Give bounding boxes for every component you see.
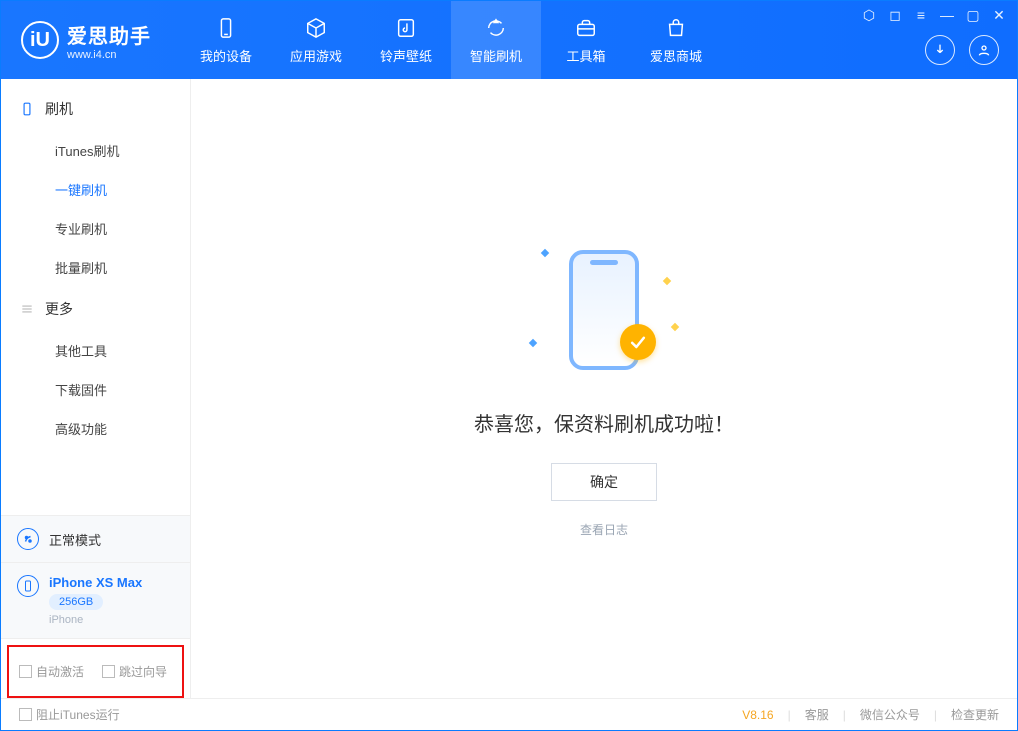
- sidebar-item-one-click-flash[interactable]: 一键刷机: [1, 170, 190, 209]
- separator: |: [843, 708, 846, 722]
- sidebar-item-pro-flash[interactable]: 专业刷机: [1, 209, 190, 248]
- nav-label: 铃声壁纸: [380, 46, 432, 65]
- sparkle-icon: [671, 322, 679, 330]
- logo-block: iU 爱思助手 www.i4.cn: [21, 20, 151, 61]
- checkbox-label: 跳过向导: [119, 665, 167, 679]
- feedback-icon[interactable]: ◻: [887, 7, 903, 24]
- sidebar-item-batch-flash[interactable]: 批量刷机: [1, 248, 190, 287]
- device-subtype: iPhone: [49, 614, 142, 626]
- logo-letter: iU: [30, 29, 50, 52]
- group-title: 刷机: [45, 99, 73, 119]
- menu-lines-icon: [19, 301, 35, 317]
- options-highlight-box: 自动激活 跳过向导: [7, 645, 184, 698]
- footer-right: V8.16 | 客服 | 微信公众号 | 检查更新: [742, 706, 999, 723]
- mode-icon: [17, 528, 39, 550]
- sidebar-item-itunes-flash[interactable]: iTunes刷机: [1, 131, 190, 170]
- nav-label: 智能刷机: [470, 46, 522, 65]
- separator: |: [788, 708, 791, 722]
- device-storage-badge: 256GB: [49, 594, 103, 610]
- mode-label: 正常模式: [49, 530, 101, 549]
- toolbox-icon: [574, 16, 598, 40]
- view-log-link[interactable]: 查看日志: [580, 521, 628, 538]
- menu-icon[interactable]: ≡: [913, 7, 929, 24]
- mode-row[interactable]: 正常模式: [1, 516, 190, 563]
- nav-ringtone-wallpaper[interactable]: 铃声壁纸: [361, 1, 451, 79]
- nav-apps-games[interactable]: 应用游戏: [271, 1, 361, 79]
- group-title: 更多: [45, 299, 73, 319]
- header: iU 爱思助手 www.i4.cn 我的设备 应用游戏: [1, 1, 1017, 79]
- cube-icon: [304, 16, 328, 40]
- checkbox-block-itunes[interactable]: 阻止iTunes运行: [19, 706, 120, 723]
- checkbox-auto-activate[interactable]: 自动激活: [19, 663, 84, 680]
- sidebar-group-more: 更多: [1, 287, 190, 331]
- checkbox-label: 阻止iTunes运行: [36, 708, 120, 722]
- maximize-button[interactable]: ▢: [965, 7, 981, 24]
- phone-outline-icon: [19, 101, 35, 117]
- sidebar-item-download-firmware[interactable]: 下载固件: [1, 370, 190, 409]
- logo-icon: iU: [21, 21, 59, 59]
- sidebar: 刷机 iTunes刷机 一键刷机 专业刷机 批量刷机 更多 其他工具 下载固件 …: [1, 79, 191, 698]
- checkbox-label: 自动激活: [36, 665, 84, 679]
- close-button[interactable]: ✕: [991, 7, 1007, 24]
- sparkle-icon: [529, 338, 537, 346]
- success-message: 恭喜您，保资料刷机成功啦！: [474, 408, 734, 437]
- sidebar-item-other-tools[interactable]: 其他工具: [1, 331, 190, 370]
- app-window: iU 爱思助手 www.i4.cn 我的设备 应用游戏: [0, 0, 1018, 731]
- music-icon: [394, 16, 418, 40]
- checkbox-icon: [102, 665, 115, 678]
- sparkle-icon: [541, 248, 549, 256]
- phone-icon: [214, 16, 238, 40]
- body: 刷机 iTunes刷机 一键刷机 专业刷机 批量刷机 更多 其他工具 下载固件 …: [1, 79, 1017, 698]
- nav-label: 应用游戏: [290, 46, 342, 65]
- nav-label: 工具箱: [566, 46, 605, 65]
- device-name: iPhone XS Max: [49, 575, 142, 590]
- footer-link-check-update[interactable]: 检查更新: [951, 706, 999, 723]
- refresh-icon: [484, 16, 508, 40]
- download-button[interactable]: [925, 35, 955, 65]
- window-controls: ⬡ ◻ ≡ ― ▢ ✕: [861, 7, 1007, 24]
- device-panel: 正常模式 iPhone XS Max 256GB iPhone 自动激活: [1, 515, 190, 698]
- nav-my-device[interactable]: 我的设备: [181, 1, 271, 79]
- header-right-icons: [925, 35, 999, 65]
- nav-store[interactable]: 爱思商城: [631, 1, 721, 79]
- success-illustration: [524, 240, 684, 380]
- footer-link-support[interactable]: 客服: [805, 706, 829, 723]
- nav-toolbox[interactable]: 工具箱: [541, 1, 631, 79]
- device-phone-icon: [17, 575, 39, 597]
- app-url: www.i4.cn: [67, 49, 151, 61]
- sidebar-item-advanced[interactable]: 高级功能: [1, 409, 190, 448]
- version-label: V8.16: [742, 708, 773, 722]
- separator: |: [934, 708, 937, 722]
- checkbox-skip-wizard[interactable]: 跳过向导: [102, 663, 167, 680]
- sidebar-group-flash: 刷机: [1, 87, 190, 131]
- check-badge-icon: [620, 324, 656, 360]
- app-title: 爱思助手: [67, 20, 151, 49]
- user-button[interactable]: [969, 35, 999, 65]
- bag-icon: [664, 16, 688, 40]
- nav-label: 爱思商城: [650, 46, 702, 65]
- nav-label: 我的设备: [200, 46, 252, 65]
- logo-text: 爱思助手 www.i4.cn: [67, 20, 151, 61]
- footer: 阻止iTunes运行 V8.16 | 客服 | 微信公众号 | 检查更新: [1, 698, 1017, 730]
- device-row[interactable]: iPhone XS Max 256GB iPhone: [1, 563, 190, 639]
- sidebar-scroll: 刷机 iTunes刷机 一键刷机 专业刷机 批量刷机 更多 其他工具 下载固件 …: [1, 79, 190, 515]
- footer-link-wechat[interactable]: 微信公众号: [860, 706, 920, 723]
- minimize-button[interactable]: ―: [939, 7, 955, 24]
- shirt-icon[interactable]: ⬡: [861, 7, 877, 24]
- main-content: 恭喜您，保资料刷机成功啦！ 确定 查看日志: [191, 79, 1017, 698]
- device-info: iPhone XS Max 256GB iPhone: [49, 575, 142, 626]
- top-nav: 我的设备 应用游戏 铃声壁纸 智能刷机: [181, 1, 721, 79]
- confirm-button[interactable]: 确定: [551, 463, 657, 501]
- checkbox-icon: [19, 665, 32, 678]
- checkbox-icon: [19, 708, 32, 721]
- nav-smart-flash[interactable]: 智能刷机: [451, 1, 541, 79]
- sparkle-icon: [663, 276, 671, 284]
